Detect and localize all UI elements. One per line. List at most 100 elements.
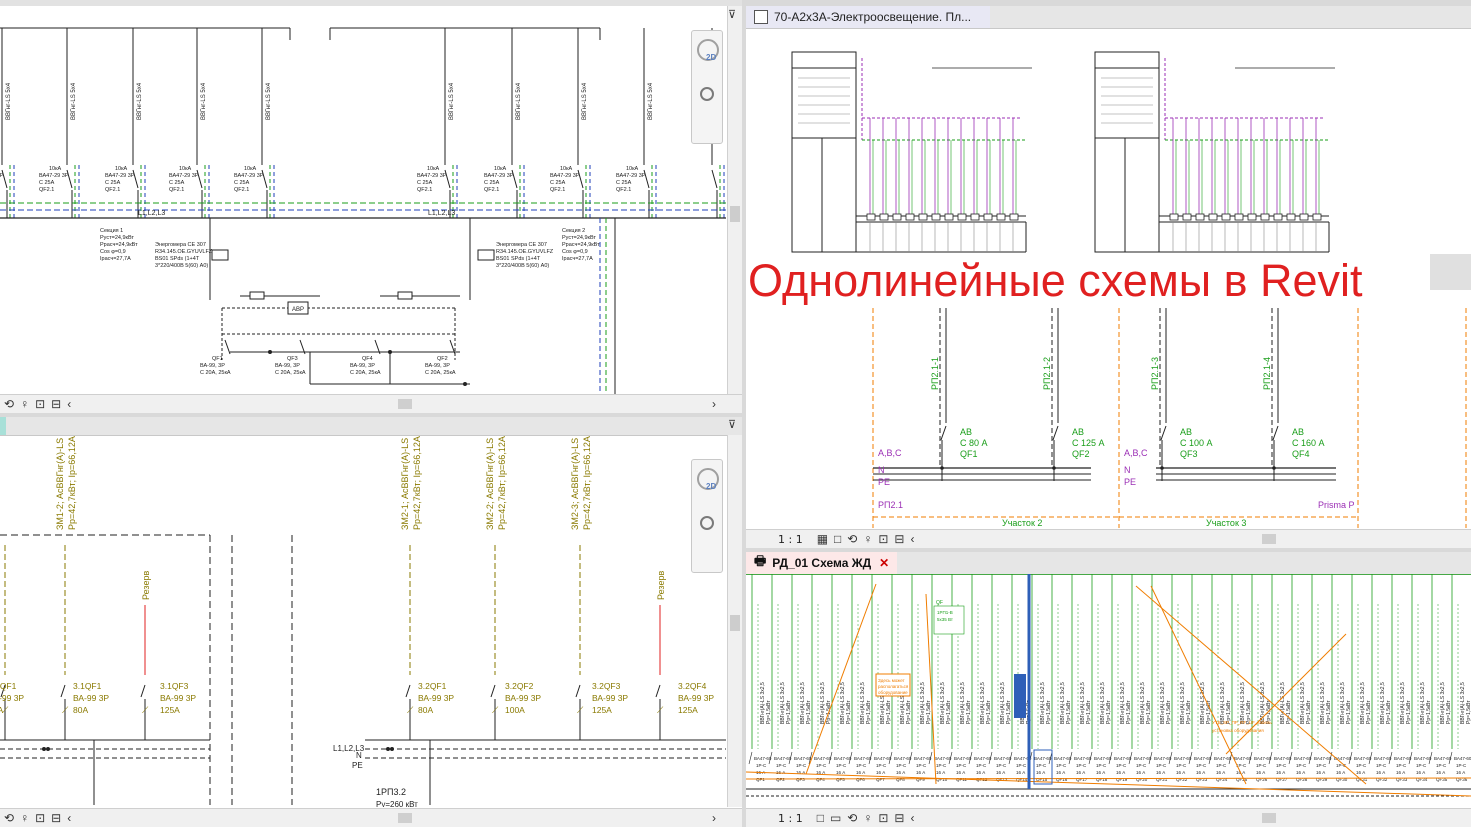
svg-text:1Р-С: 1Р-С [1356,763,1367,768]
svg-text:располагаться: располагаться [878,684,909,689]
bottom-right-view[interactable]: 🖶 РД_01 Схема ЖД ✕ ВВГнг(А)-LS 3х2,5 Рр=1… [746,552,1471,827]
vertical-scroll-thumb[interactable] [1430,254,1471,290]
sun-path-icon[interactable]: ⟲ [847,532,857,546]
svg-text:ВА47-60: ВА47-60 [794,756,812,761]
svg-text:ВА47-60: ВА47-60 [1434,756,1452,761]
hide-isolate-icon[interactable]: ⊟ [894,532,904,546]
top-left-vertical-scrollbar[interactable] [727,6,742,395]
detail-level-icon[interactable]: ▦ [817,532,828,546]
svg-text:QF26: QF26 [1256,777,1268,782]
sun-icon[interactable]: ♀ [20,811,29,825]
visual-style-icon[interactable]: ⟲ [4,397,14,411]
bottom-breaker-label: С 20А, 25кА [200,370,231,376]
close-icon[interactable]: ✕ [879,556,889,570]
svg-text:УТБ_SP_ПР_RF_UF_кабель: УТБ_SP_ПР_RF_UF_кабель [1212,720,1272,725]
sun-path-icon[interactable]: ⟲ [847,811,857,825]
horizontal-scroll-thumb[interactable] [1262,813,1276,823]
svg-text:Рр=1,5кВт: Рр=1,5кВт [1326,700,1332,724]
sun-icon[interactable]: ♀ [20,397,29,411]
navigation-bar-bottom-left[interactable]: 2D [691,459,723,573]
svg-text:16 А: 16 А [1316,770,1325,775]
shadows-icon[interactable]: ♀ [863,532,872,546]
avr-label: АВР [292,307,304,313]
breaker-name: 3.2QF1 [418,681,447,691]
breaker-rating: 125А [160,705,180,715]
zoom-icon[interactable] [700,516,714,530]
view-scale[interactable]: 1 : 1 [778,812,803,825]
navigation-bar-top-left[interactable]: 2D [691,30,723,144]
crop-view-icon[interactable]: ⊡ [878,811,888,825]
scroll-left-icon[interactable]: ‹ [910,811,914,825]
shadows-icon[interactable]: ♀ [863,811,872,825]
bottom-left-view[interactable]: ⊽ ⟋ ЗМ1-2; АсВВГнг(А)-LS Рр=42,7кВт; Iр=66… [0,417,742,827]
crop-icon[interactable]: ⊡ [35,811,45,825]
pane-menu-icon-top-left[interactable]: ⊽ [728,8,736,21]
scroll-left-icon[interactable]: ‹ [67,811,71,825]
top-left-view[interactable]: ВВГнг-LS 5х410кАВА47-29 3РС 25АQF2.1ВВГн… [0,0,742,413]
svg-text:QF10: QF10 [936,777,948,782]
feeder-power-label: Рр=42,7кВт; Iр=66,12А [412,436,422,530]
feeder-cable-label: ЗМ2-3; АсВВГнг(А)-LS [570,438,580,530]
svg-text:ВА47-60: ВА47-60 [754,756,772,761]
svg-text:Руст=24,9кВт: Руст=24,9кВт [562,235,596,241]
breaker-name: 3.2QF2 [505,681,534,691]
svg-text:1Р-С: 1Р-С [756,763,767,768]
visual-style-icon[interactable]: □ [817,811,824,825]
pane-menu-icon[interactable]: ⊽ [728,418,736,431]
horizontal-scroll-thumb[interactable] [398,813,412,823]
breaker-label: ВА47-29 3Р [616,173,646,179]
breaker-rating: 125А [592,705,612,715]
bus-label-left: L1,L2,L3 [138,210,165,217]
svg-text:1Р-С: 1Р-С [1416,763,1427,768]
crop-view-icon[interactable]: ⊡ [878,532,888,546]
svg-text:ВА47-60: ВА47-60 [1134,756,1152,761]
breaker-label: QF2.1 [417,187,432,193]
svg-text:ВА47-60: ВА47-60 [1354,756,1372,761]
feeder-cable-label: ВВГнг-LS 5х4 [201,82,207,120]
bus-n-label: N [356,751,362,760]
scroll-left-icon[interactable]: ‹ [67,397,71,411]
horizontal-scroll-thumb[interactable] [1262,534,1276,544]
hide-isolate-icon[interactable]: ⊟ [894,811,904,825]
panel-label-rp: РП2.1 [878,500,903,510]
tab-electro-lighting[interactable]: 70-А2х3А-Электроосвещение. Пл... [746,6,990,28]
svg-text:16 А: 16 А [936,770,945,775]
svg-text:16 А: 16 А [1176,770,1185,775]
svg-text:⟋: ⟋ [492,705,499,715]
breaker-label: 10кА [427,166,440,172]
visual-style-icon[interactable]: ⟲ [4,811,14,825]
svg-text:QF5: QF5 [836,777,845,782]
phases-label-1: А,В,С [878,448,902,458]
panel-label-prisma: Prisma P [1318,500,1355,510]
svg-text:1Р-С: 1Р-С [996,763,1007,768]
svg-text:QF18: QF18 [1096,777,1108,782]
svg-text:16 А: 16 А [1136,770,1145,775]
svg-text:1Р-С: 1Р-С [1316,763,1327,768]
zoom-icon[interactable] [700,87,714,101]
scroll-right-icon[interactable]: › [712,811,716,825]
svg-text:1Р-С: 1Р-С [1096,763,1107,768]
visual-style-icon[interactable]: □ [834,532,841,546]
svg-text:Рр=1,5кВт: Рр=1,5кВт [1286,700,1292,724]
tab-rd01-schema[interactable]: 🖶 РД_01 Схема ЖД ✕ [746,552,898,574]
breaker-label: QF2.1 [105,187,120,193]
bottom-left-vertical-scrollbar[interactable] [727,435,742,807]
svg-text:1Р-С: 1Р-С [1156,763,1167,768]
hide-icon[interactable]: ⊟ [51,397,61,411]
svg-text:ВА47-60: ВА47-60 [814,756,832,761]
view-scale[interactable]: 1 : 1 [778,533,803,546]
breaker-label: ВА47-29 3Р [169,173,199,179]
svg-text:1Р-С: 1Р-С [1436,763,1447,768]
breaker-label: ВА47-29 3Р [0,173,4,179]
horizontal-scroll-thumb[interactable] [398,399,412,409]
svg-text:1Р-С: 1Р-С [816,763,827,768]
scroll-left-icon[interactable]: ‹ [910,532,914,546]
crop-icon[interactable]: ⊡ [35,397,45,411]
svg-text:QF7: QF7 [876,777,885,782]
hide-icon[interactable]: ⊟ [51,811,61,825]
svg-text:ВА47-60: ВА47-60 [1214,756,1232,761]
sheet-icon [754,10,768,24]
scroll-right-icon[interactable]: › [712,397,716,411]
svg-text:Рр=1,5кВт: Рр=1,5кВт [1406,700,1412,724]
detail-level-icon[interactable]: ▭ [830,811,841,825]
